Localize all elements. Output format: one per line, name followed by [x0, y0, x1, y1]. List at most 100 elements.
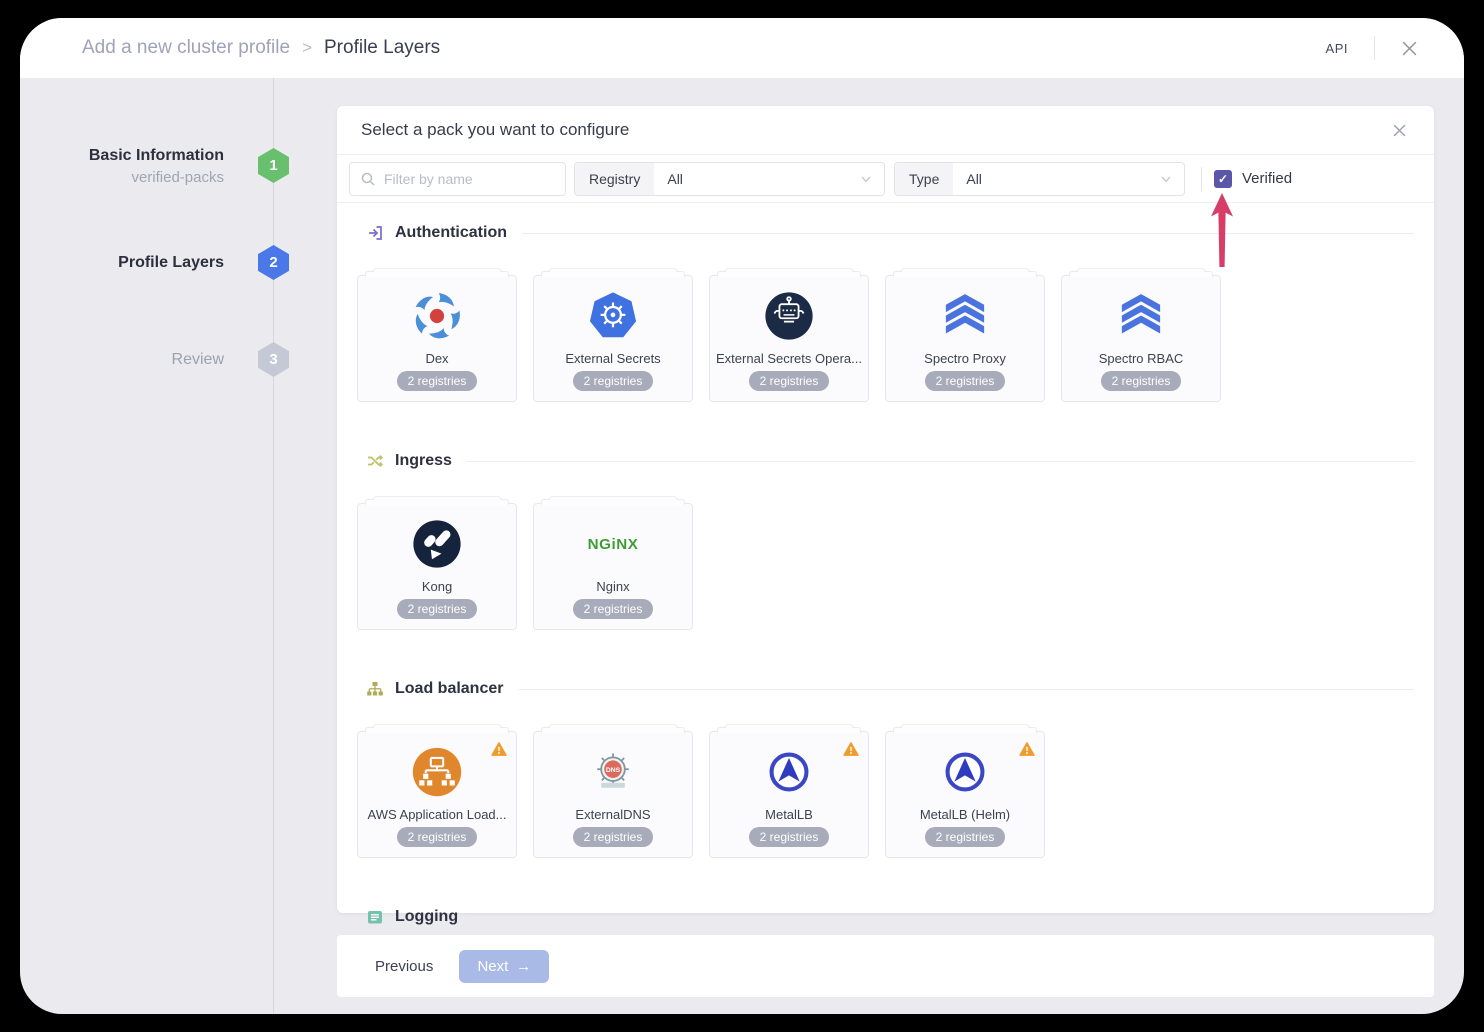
pack-card[interactable]: NGiNX Nginx 2 registries [533, 503, 693, 630]
spectro-logo [938, 289, 992, 343]
metallb-logo [938, 745, 992, 799]
modal-close-icon[interactable] [1389, 120, 1410, 141]
step-title: Review [20, 348, 224, 371]
step-badge-1[interactable]: 1 [258, 148, 289, 183]
pack-card[interactable]: AWS Application Load... 2 registries [357, 731, 517, 858]
pack-card[interactable]: Dex 2 registries [357, 275, 517, 402]
pack-section: Ingress Kong 2 registries NGiNX Nginx 2 … [357, 449, 1414, 630]
warning-icon [843, 741, 859, 757]
pack-section: Load balancer AWS Application Load... 2 … [357, 677, 1414, 858]
list-icon [366, 908, 384, 926]
type-value: All [966, 171, 982, 187]
pack-name: MetalLB (Helm) [886, 807, 1044, 822]
arrow-right-icon: → [516, 958, 531, 975]
step-badge-2[interactable]: 2 [258, 245, 289, 280]
type-label: Type [895, 163, 953, 195]
registries-badge: 2 registries [397, 599, 478, 619]
svg-text:NGiNX: NGiNX [588, 536, 639, 553]
section-title: Load balancer [395, 680, 503, 698]
registries-badge: 2 registries [573, 371, 654, 391]
step-badge-3[interactable]: 3 [258, 342, 289, 377]
kong-logo [410, 517, 464, 571]
step-subtitle: verified-packs [20, 167, 224, 189]
pack-name: Nginx [534, 579, 692, 594]
verified-checkbox[interactable]: ✓ [1214, 170, 1232, 188]
registries-badge: 2 registries [573, 599, 654, 619]
verified-filter[interactable]: ✓ Verified [1214, 170, 1292, 188]
pack-card[interactable]: MetalLB 2 registries [709, 731, 869, 858]
app-window: Add a new cluster profile > Profile Laye… [20, 18, 1464, 1014]
pack-card[interactable]: DNS ExternalDNS 2 registries [533, 731, 693, 858]
wizard-stepper: Basic Information verified-packs 1 Profi… [20, 78, 337, 1014]
pack-card-row: Kong 2 registries NGiNX Nginx 2 registri… [357, 503, 1414, 630]
step-review[interactable]: Review [20, 348, 224, 371]
next-button[interactable]: Next → [459, 950, 549, 983]
pack-name: MetalLB [710, 807, 868, 822]
section-title: Logging [395, 908, 458, 926]
registries-badge: 2 registries [925, 827, 1006, 847]
modal-header: Select a pack you want to configure [337, 106, 1434, 155]
registry-select[interactable]: Registry All [574, 162, 885, 196]
section-divider [473, 917, 1414, 918]
section-divider [467, 461, 1414, 462]
section-title: Ingress [395, 452, 452, 470]
next-button-label: Next [477, 958, 508, 975]
pack-sections: Authentication Dex 2 registries External… [337, 221, 1434, 929]
breadcrumb-current: Profile Layers [324, 37, 440, 59]
section-divider [522, 233, 1414, 234]
topbar-divider [1374, 36, 1375, 60]
wizard-footer: Previous Next → [337, 935, 1434, 997]
pack-card[interactable]: MetalLB (Helm) 2 registries [885, 731, 1045, 858]
aws-alb-logo [410, 745, 464, 799]
step-profile-layers[interactable]: Profile Layers [20, 251, 224, 274]
top-bar: Add a new cluster profile > Profile Laye… [20, 18, 1464, 78]
spectro-logo [1114, 289, 1168, 343]
section-header: Ingress [357, 449, 1414, 473]
pack-card-row: Dex 2 registries External Secrets 2 regi… [357, 275, 1414, 402]
svg-text:DNS: DNS [606, 767, 621, 774]
metallb-logo [762, 745, 816, 799]
warning-icon [491, 741, 507, 757]
registries-badge: 2 registries [1101, 371, 1182, 391]
section-header: Authentication [357, 221, 1414, 245]
registry-value: All [667, 171, 683, 187]
search-input[interactable] [384, 171, 565, 187]
step-title: Basic Information [20, 144, 224, 167]
pack-name: Spectro Proxy [886, 351, 1044, 366]
filter-divider [1201, 167, 1202, 191]
step-title: Profile Layers [20, 251, 224, 274]
externaldns-logo: DNS [586, 745, 640, 799]
section-header: Logging [357, 905, 1414, 929]
pack-card[interactable]: Spectro Proxy 2 registries [885, 275, 1045, 402]
section-divider [518, 689, 1414, 690]
registries-badge: 2 registries [925, 371, 1006, 391]
pack-card[interactable]: External Secrets 2 registries [533, 275, 693, 402]
pack-name: Dex [358, 351, 516, 366]
modal-title: Select a pack you want to configure [361, 120, 629, 140]
pack-card[interactable]: External Secrets Opera... 2 registries [709, 275, 869, 402]
step-basic-information[interactable]: Basic Information verified-packs [20, 144, 224, 189]
registries-badge: 2 registries [749, 827, 830, 847]
api-button[interactable]: API [1326, 41, 1348, 56]
close-icon[interactable] [1401, 40, 1418, 57]
chevron-down-icon [860, 173, 872, 185]
sitemap-icon [366, 680, 384, 698]
pack-name: Kong [358, 579, 516, 594]
shuffle-icon [366, 452, 384, 470]
search-box[interactable] [349, 162, 566, 196]
breadcrumb-parent[interactable]: Add a new cluster profile [82, 37, 290, 59]
pack-name: Spectro RBAC [1062, 351, 1220, 366]
pack-card[interactable]: Spectro RBAC 2 registries [1061, 275, 1221, 402]
pack-name: ExternalDNS [534, 807, 692, 822]
pack-name: External Secrets [534, 351, 692, 366]
warning-icon [1019, 741, 1035, 757]
search-icon [360, 171, 376, 187]
type-select[interactable]: Type All [894, 162, 1185, 196]
section-title: Authentication [395, 224, 507, 242]
pack-section: Logging [357, 905, 1414, 929]
stepper-line [273, 78, 274, 1014]
previous-button[interactable]: Previous [375, 958, 433, 975]
section-header: Load balancer [357, 677, 1414, 701]
robot-logo [762, 289, 816, 343]
pack-card[interactable]: Kong 2 registries [357, 503, 517, 630]
